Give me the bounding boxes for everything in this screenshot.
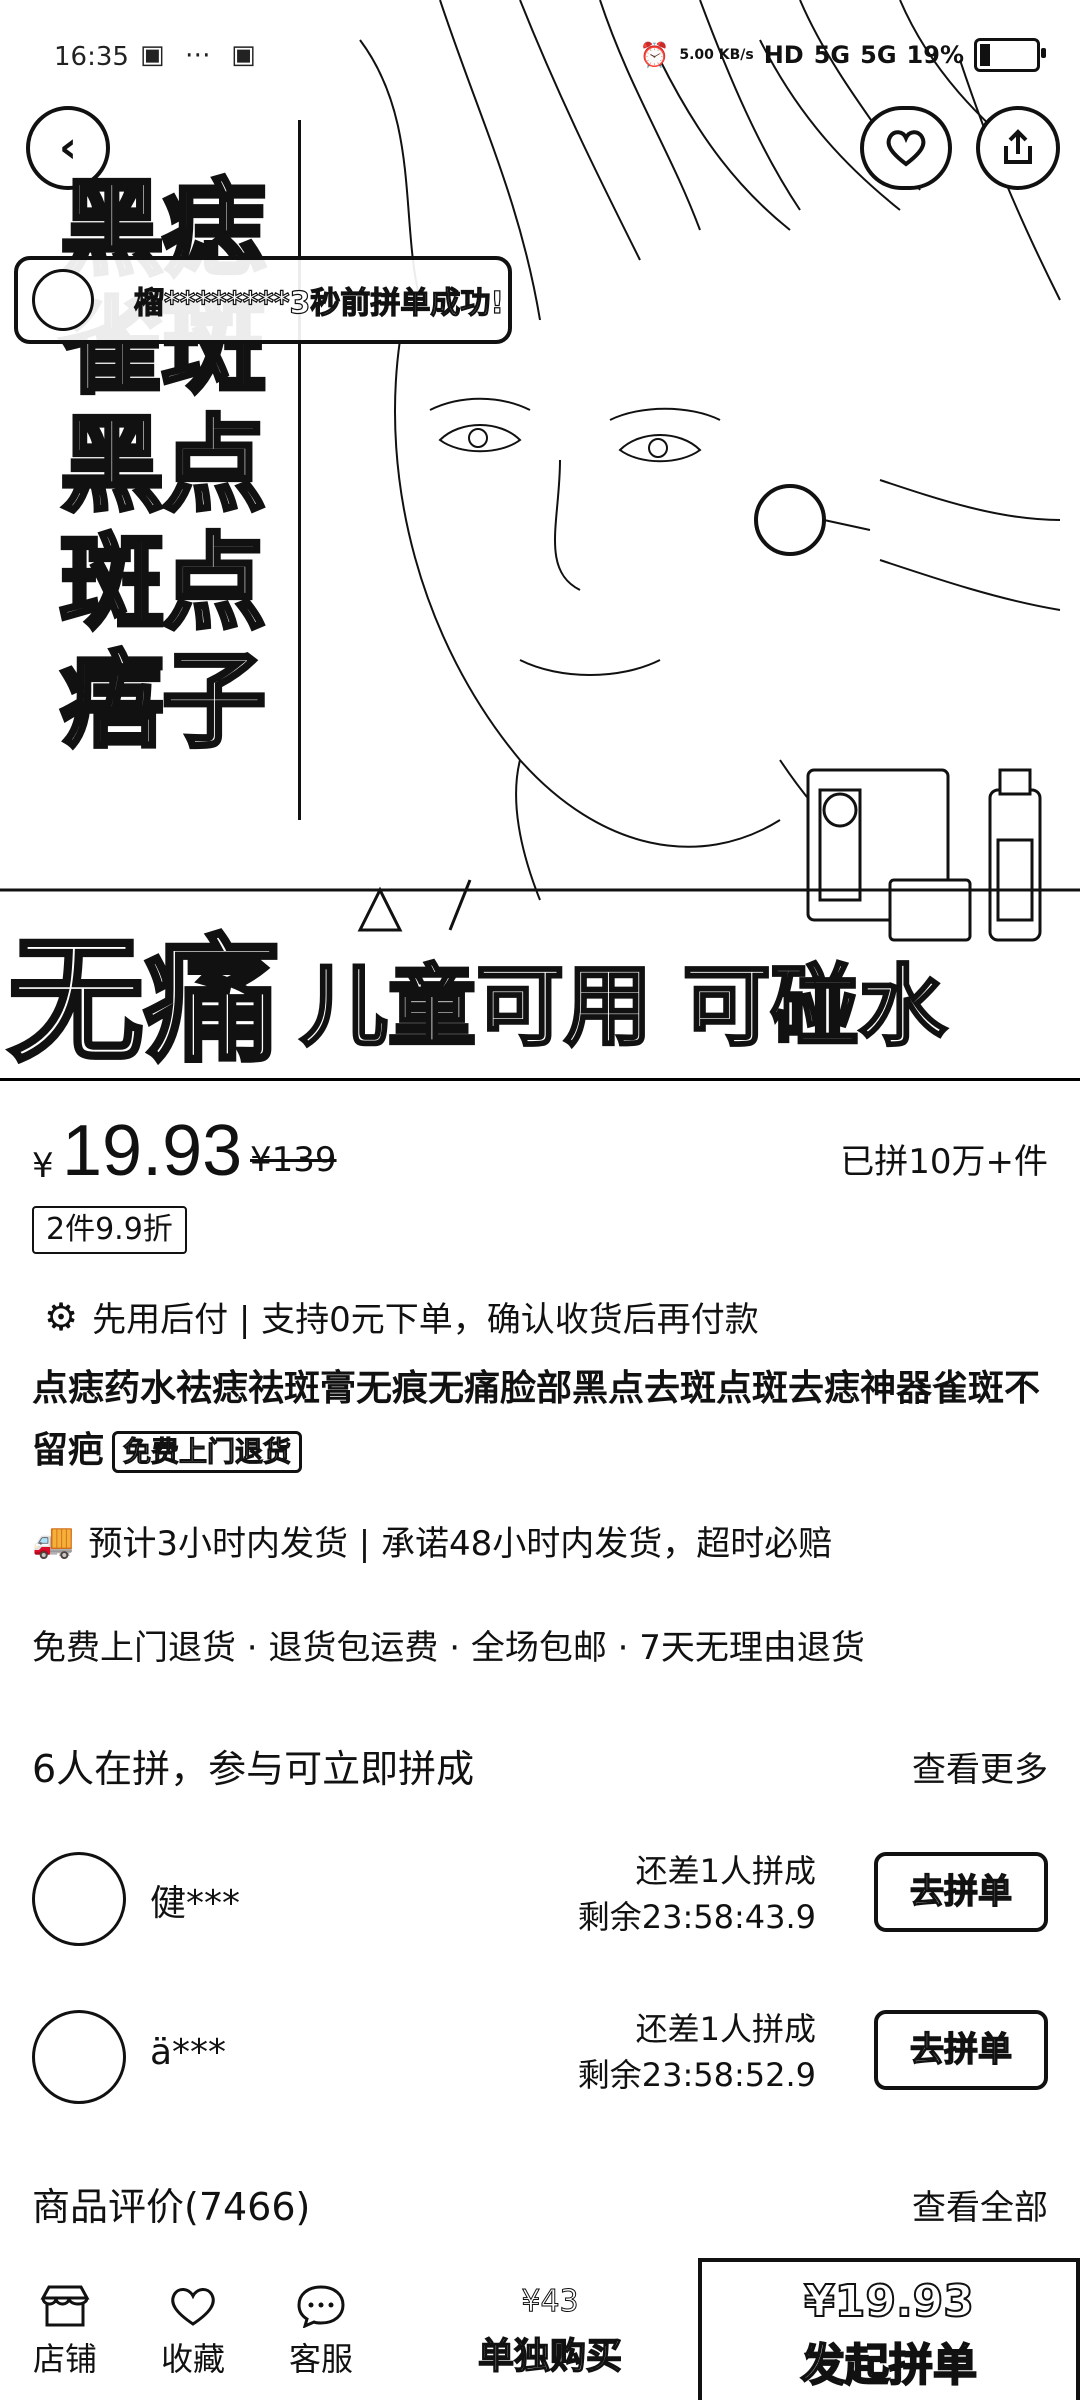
avatar (32, 2010, 126, 2104)
hero-divider (298, 120, 301, 820)
store-tab[interactable]: 店铺 (20, 2284, 110, 2380)
signal-icon-1: 5G (813, 41, 851, 69)
group-row: ä*** 还差1人拼成 剩余23:58:52.9 去拼单 (32, 2004, 1048, 2114)
reviews-header[interactable]: 商品评价(7466) 查看全部 (32, 2176, 1048, 2229)
group-buy-header: 6人在拼，参与可立即拼成 查看更多 (32, 1738, 1048, 1791)
notification-icons: ▣ ⋯ ▣ (140, 40, 262, 70)
view-all-reviews-link[interactable]: 查看全部 (912, 2180, 1048, 2229)
sold-count: 已拼10万+件 (840, 1142, 1048, 1182)
chat-bubble-icon (297, 2285, 345, 2328)
share-button[interactable] (976, 106, 1060, 190)
group-countdown: 剩余23:58:43.9 (577, 1898, 816, 1936)
single-buy-button[interactable]: ¥43 单独购买 (430, 2284, 670, 2379)
toast-avatar (32, 269, 94, 331)
avatar (32, 1852, 126, 1946)
store-label: 店铺 (32, 2340, 97, 2378)
group-need-text: 还差1人拼成 (635, 2010, 816, 2048)
toast-text: 榴********3秒前拼单成功! (133, 285, 505, 321)
join-group-button[interactable]: 去拼单 (874, 1852, 1048, 1932)
gear-icon: ⚙ (44, 1294, 79, 1339)
price-row: ¥ 19.93 ¥139 已拼10万+件 (32, 1110, 1048, 1191)
hd-icon: HD (763, 41, 804, 69)
pay-later-text: 先用后付 | 支持0元下单，确认收货后再付款 (92, 1300, 759, 1340)
currency-symbol: ¥ (32, 1146, 54, 1186)
start-group-button[interactable]: ¥19.93 发起拼单 (698, 2258, 1080, 2400)
service-promises[interactable]: 免费上门退货 · 退货包运费 · 全场包邮 · 7天无理由退货 (32, 1620, 865, 1669)
alarm-icon: ⏰ (639, 41, 670, 69)
group-user-name: ä*** (150, 2032, 227, 2073)
status-time: 16:35 (54, 42, 129, 72)
view-more-link[interactable]: 查看更多 (912, 1742, 1048, 1791)
current-price: 19.93 (62, 1111, 243, 1191)
battery-icon (974, 38, 1046, 72)
product-hero-image[interactable]: 16:35 ▣ ⋯ ▣ ⏰ 5.00 KB/s HD 5G 5G 19% ‹ 黑… (0, 0, 1080, 1081)
free-return-tag: 免费上门退货 (112, 1431, 303, 1473)
product-title: 点痣药水祛痣祛斑膏无痕无痛脸部黑点去斑点斑去痣神器雀斑不留疤 免费上门退货 (32, 1358, 1052, 1482)
banner-headline: 无痛 (6, 921, 282, 1081)
favorite-tab[interactable]: 收藏 (148, 2284, 238, 2380)
hero-keyword: 痦子 (58, 639, 268, 762)
group-need-text: 还差1人拼成 (635, 1852, 816, 1890)
status-bar: 16:35 ▣ ⋯ ▣ ⏰ 5.00 KB/s HD 5G 5G 19% (0, 0, 1080, 110)
group-user-name: 健*** (150, 1883, 241, 1924)
discount-tag: 2件9.9折 (32, 1206, 187, 1254)
group-buy-label: 发起拼单 (800, 2339, 978, 2392)
net-speed: 5.00 KB/s (679, 47, 754, 63)
hero-keyword: 黑点 (58, 403, 268, 526)
group-row: 健*** 还差1人拼成 剩余23:58:43.9 去拼单 (32, 1846, 1048, 1956)
truck-icon: 🚚 (32, 1520, 75, 1561)
shipping-text: 预计3小时内发货 | 承诺48小时内发货，超时必赔 (88, 1524, 833, 1564)
reviews-title: 商品评价(7466) (32, 2185, 311, 2229)
signal-icon-2: 5G (860, 41, 897, 69)
status-right-icons: ⏰ 5.00 KB/s HD 5G 5G 19% (639, 38, 1046, 72)
heart-icon (171, 2288, 215, 2326)
group-buy-price: ¥19.93 (803, 2275, 975, 2328)
back-icon: ‹ (58, 122, 78, 173)
single-buy-price: ¥43 (521, 2284, 579, 2320)
share-icon (1004, 129, 1032, 164)
heart-outline-icon (886, 130, 926, 167)
bottom-action-bar: 店铺 收藏 客服 ¥43 单独购买 ¥19.93 发起拼单 (0, 2258, 1080, 2400)
pay-later-row[interactable]: ⚙ 先用后付 | 支持0元下单，确认收货后再付款 (44, 1292, 759, 1341)
group-countdown: 剩余23:58:52.9 (577, 2056, 816, 2094)
battery-percent: 19% (906, 41, 964, 69)
group-buy-title: 6人在拼，参与可立即拼成 (32, 1747, 475, 1791)
shipping-row[interactable]: 🚚 预计3小时内发货 | 承诺48小时内发货，超时必赔 (32, 1516, 832, 1565)
group-success-toast: 榴********3秒前拼单成功! (14, 256, 512, 344)
banner-subline: 儿童可用 可碰水 (299, 953, 949, 1060)
store-icon (40, 2285, 90, 2327)
single-buy-label: 单独购买 (477, 2335, 622, 2377)
hero-banner: 无痛 儿童可用 可碰水 (0, 880, 1080, 1081)
service-label: 客服 (288, 2340, 353, 2378)
favorite-label: 收藏 (160, 2340, 225, 2378)
favorite-quick-button[interactable] (860, 106, 952, 190)
hero-keyword: 斑点 (58, 521, 268, 644)
customer-service-tab[interactable]: 客服 (276, 2284, 366, 2380)
original-price: ¥139 (250, 1140, 337, 1180)
join-group-button[interactable]: 去拼单 (874, 2010, 1048, 2090)
